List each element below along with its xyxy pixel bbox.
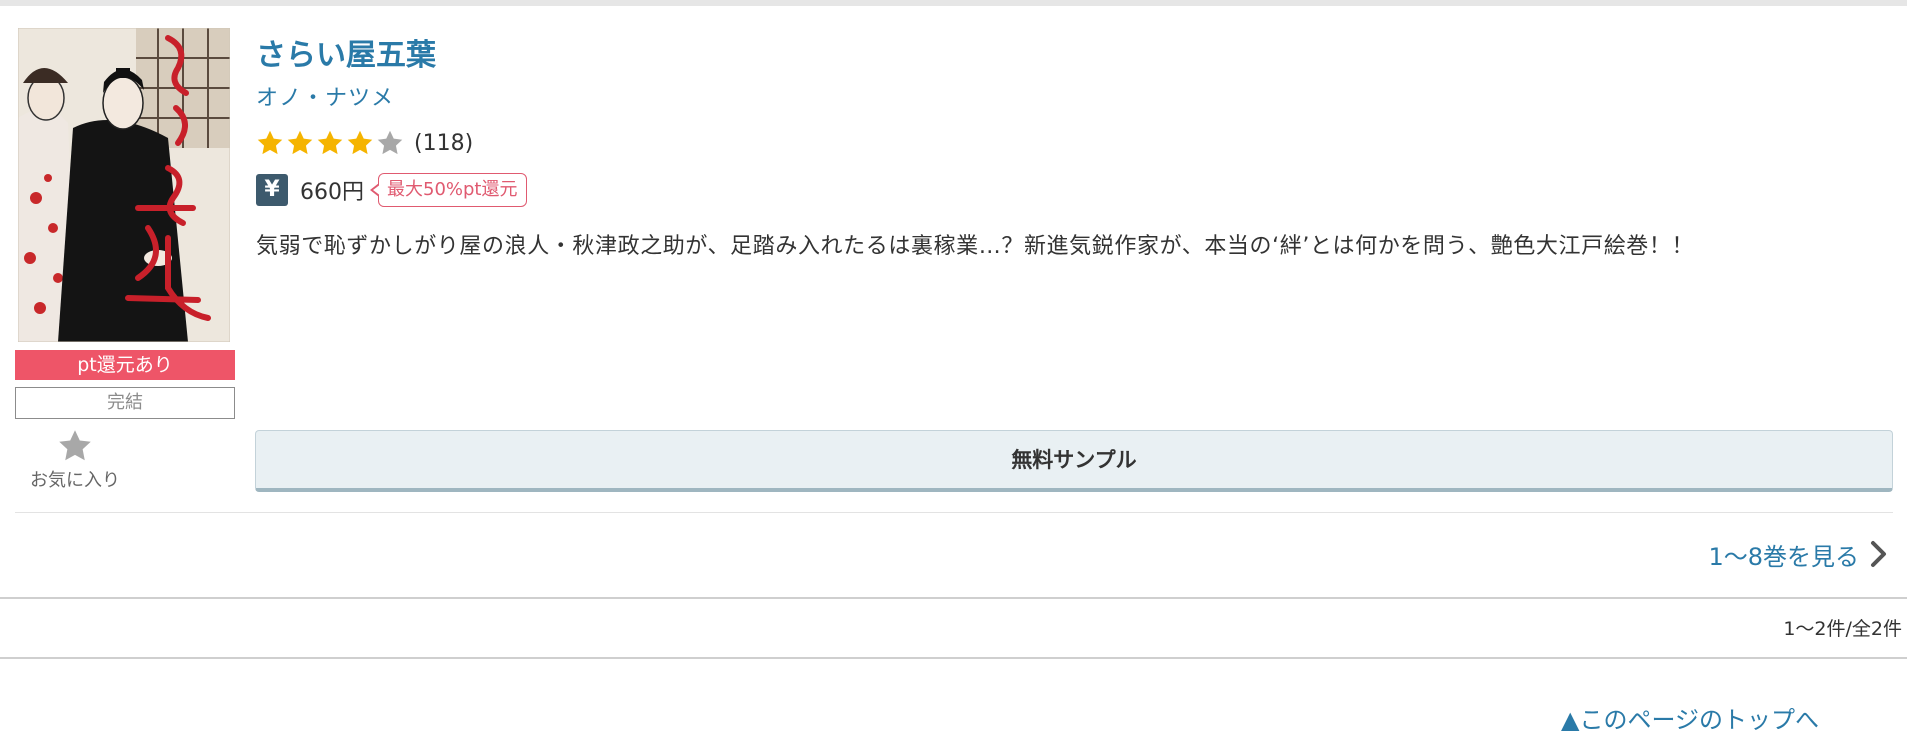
result-count: 1〜2件/全2件 (1783, 618, 1902, 640)
star-icon (257, 130, 283, 155)
star-rating: (118) (256, 128, 473, 158)
divider (15, 512, 1893, 513)
favorite-star-icon (59, 430, 91, 461)
point-return-tag: 最大50%pt還元 (370, 173, 527, 207)
pt-return-badge: pt還元あり (15, 350, 235, 380)
top-rule (0, 0, 1907, 6)
view-volumes-label: 1〜8巻を見る (1708, 542, 1859, 571)
book-title-link[interactable]: さらい屋五葉 (256, 30, 436, 74)
author-link[interactable]: オノ・ナツメ (256, 80, 394, 112)
star-icon (377, 130, 403, 155)
chevron-right-icon (1871, 541, 1886, 567)
book-description: 気弱で恥ずかしがり屋の浪人・秋津政之助が、足踏み入れたるは裏稼業…？新進気鋭作家… (256, 234, 1695, 259)
price-row: ¥ 660円 最大50%pt還元 (256, 172, 527, 208)
status-badge: 完結 (15, 387, 235, 419)
view-volumes-link[interactable]: 1〜8巻を見る (1708, 537, 1889, 571)
divider (0, 597, 1907, 599)
divider (0, 657, 1907, 659)
star-icon (317, 130, 343, 155)
star-icon (347, 130, 373, 155)
free-sample-button[interactable]: 無料サンプル (255, 430, 1893, 492)
favorite-button[interactable]: お気に入り (15, 428, 135, 492)
page-top-link[interactable]: ▲このページのトップへ (1561, 700, 1819, 735)
review-count[interactable]: (118) (414, 131, 473, 156)
yen-icon: ¥ (256, 174, 288, 206)
book-cover-image[interactable] (18, 28, 230, 342)
price: 660円 (300, 180, 364, 205)
star-icon (287, 130, 313, 155)
favorite-label: お気に入り (30, 470, 120, 491)
